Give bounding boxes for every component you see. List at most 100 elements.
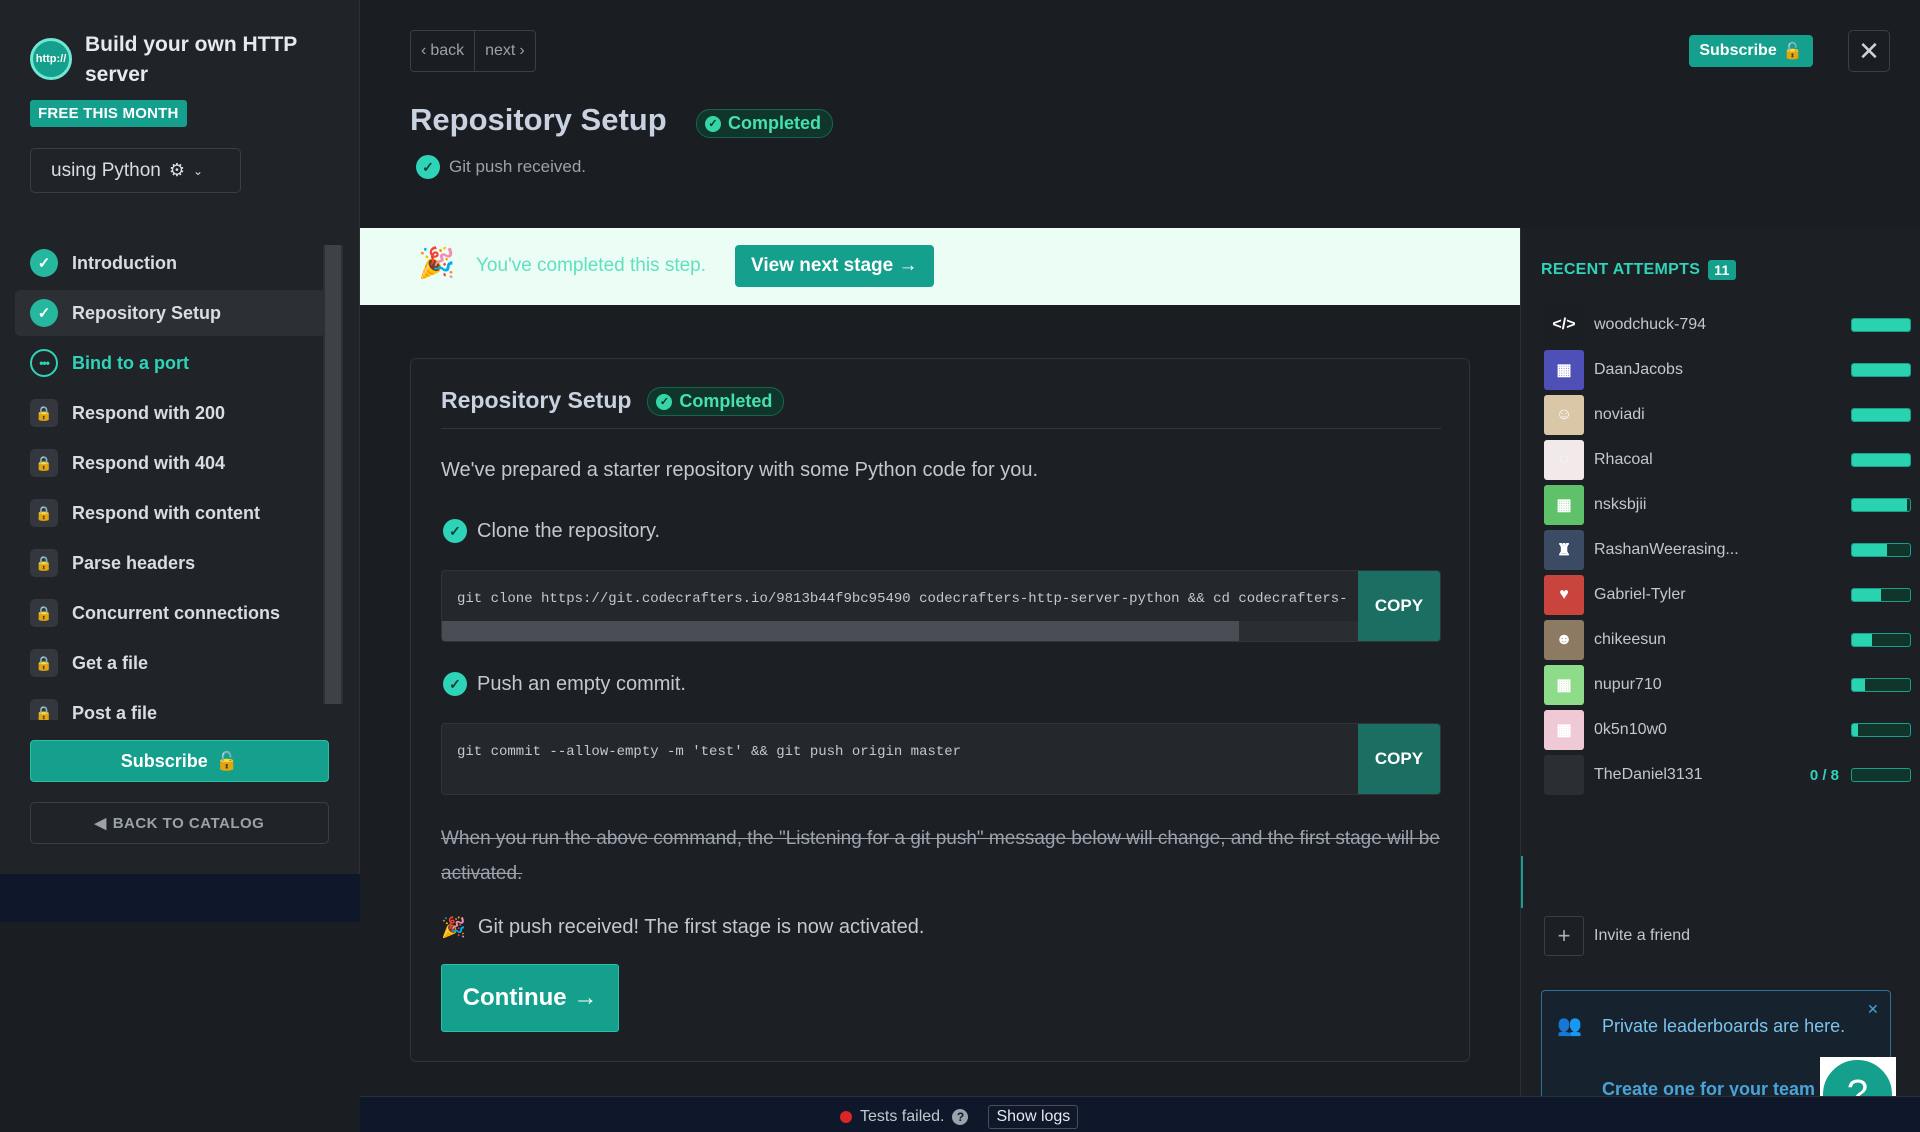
attempt-score: 0 / 8 [1809,766,1839,784]
failure-dot-icon [840,1111,852,1123]
scrollbar-thumb[interactable] [325,245,341,704]
attempt-row[interactable]: ☺ noviadi [1544,393,1911,437]
card-header: Repository Setup ✓ Completed [441,387,1441,429]
progress-fill [1852,589,1881,601]
attempt-username: TheDaniel3131 [1594,766,1703,783]
party-popper-icon: 🎉 [418,247,456,280]
step-clone-label: Clone the repository. [477,519,661,542]
next-button[interactable]: next › [474,31,535,71]
back-to-catalog-button[interactable]: ◀ BACK TO CATALOG [30,802,329,844]
sidebar-stage-item[interactable]: ✓ Introduction [15,240,325,286]
stage-label: Respond with 200 [72,402,226,423]
progress-fill [1852,319,1910,331]
attempt-row[interactable]: ♥ Gabriel-Tyler [1544,573,1911,617]
back-label: back [430,42,465,59]
attempt-row[interactable]: ◌ Rhacoal [1544,438,1911,482]
continue-button[interactable]: Continue → [441,964,619,1032]
scrollbar-thumb[interactable] [442,621,1239,641]
language-selector[interactable]: using Python ⚙ ⌄ [30,148,241,193]
attempt-row[interactable]: ▦ 0k5n10w0 [1544,708,1911,752]
sidebar-stage-item[interactable]: 🔒 Post a file [15,690,325,720]
close-button[interactable]: ✕ [1848,30,1890,72]
page-title: Repository Setup [410,102,667,137]
clone-code-block: git clone https://git.codecrafters.io/98… [441,570,1441,642]
push-command[interactable]: git commit --allow-empty -m 'test' && gi… [457,744,1347,760]
listening-message: When you run the above command, the "Lis… [441,828,1440,884]
avatar: ☻ [1544,620,1584,660]
check-icon: ✓ [656,393,673,410]
progress-fill [1852,364,1910,376]
dismiss-promo-icon[interactable]: ✕ [1867,1001,1879,1018]
code-scrollbar[interactable] [442,621,1359,641]
push-code-block: git commit --allow-empty -m 'test' && gi… [441,723,1441,795]
chevron-down-icon: ⌄ [193,163,204,178]
header-subscribe-button[interactable]: Subscribe 🔓 [1689,35,1813,67]
stage-label: Concurrent connections [72,602,281,623]
tests-status-label: Tests failed. [860,1108,945,1125]
progress-fill [1852,724,1858,736]
completion-banner: 🎉 You've completed this step. View next … [360,228,1520,305]
stage-list-scrollbar[interactable] [323,245,343,704]
push-received-label: Git push received! The first stage is no… [477,916,925,938]
progress-fill [1852,499,1908,511]
avatar: ◌ [1544,440,1584,480]
subscribe-label: Subscribe [120,750,208,771]
progress-fill [1852,544,1887,556]
check-circle-icon: ✓ [416,155,440,179]
attempt-row[interactable]: ♜ RashanWeerasing... [1544,528,1911,572]
clone-command[interactable]: git clone https://git.codecrafters.io/98… [457,591,1347,607]
status-badge-label: Completed [728,113,822,133]
view-next-stage-button[interactable]: View next stage → [735,245,934,287]
attempt-username: DaanJacobs [1594,361,1683,378]
test-status: Tests failed. ? Show logs [840,1105,1079,1129]
avatar: ▦ [1544,485,1584,525]
check-circle-icon: ✓ [30,299,58,327]
next-label: next [485,42,516,59]
sidebar-stage-item[interactable]: 🔒 Respond with 200 [15,390,325,436]
recent-attempts-panel: RECENT ATTEMPTS 11 </> woodchuck-794 ▦ Daan… [1520,228,1920,1110]
card-title: Repository Setup [441,387,632,413]
attempt-row[interactable]: ▦ nupur710 [1544,663,1911,707]
copy-clone-button[interactable]: COPY [1358,571,1440,641]
progress-fill [1852,454,1910,466]
sidebar-stage-item[interactable]: ••• Bind to a port [15,340,325,386]
stage-label: Post a file [72,702,158,721]
attempt-row[interactable]: </> woodchuck-794 [1544,303,1911,347]
status-badge: ✓ Completed [696,109,834,138]
attempt-progress-bar [1851,678,1911,692]
party-popper-icon: 🎉 [441,917,466,939]
attempt-progress-bar [1851,453,1911,467]
stage-label: Bind to a port [72,352,189,373]
attempt-row[interactable]: TheDaniel3131 0 / 8 [1544,753,1911,797]
attempt-row[interactable]: ▦ DaanJacobs [1544,348,1911,392]
sidebar-stage-item[interactable]: 🔒 Respond with content [15,490,325,536]
language-label: using Python [51,159,161,181]
course-title: Build your own HTTP server [85,33,297,86]
attempt-row[interactable]: ▦ nsksbjii [1544,483,1911,527]
attempt-username: Gabriel-Tyler [1594,586,1686,603]
avatar [1544,755,1584,795]
attempt-row[interactable]: ☻ chikeesun [1544,618,1911,662]
sidebar-stage-item[interactable]: 🔒 Concurrent connections [15,590,325,636]
help-circle-icon[interactable]: ? [952,1109,969,1125]
invite-friend-button[interactable]: + Invite a friend [1544,916,1690,956]
current-user-marker [1521,856,1523,908]
sidebar-stage-item[interactable]: 🔒 Respond with 404 [15,440,325,486]
attempt-username: woodchuck-794 [1594,316,1707,333]
chevron-right-icon: › [519,42,525,59]
sidebar: http:// Build your own HTTP server FREE … [0,0,360,874]
banner-message: You've completed this step. [476,255,707,276]
back-button[interactable]: ‹ back [411,31,474,71]
avatar: ▦ [1544,350,1584,390]
sidebar-stage-item[interactable]: 🔒 Parse headers [15,540,325,586]
sidebar-stage-item[interactable]: ✓ Repository Setup [15,290,325,336]
sidebar-subscribe-button[interactable]: Subscribe 🔓 [30,740,329,782]
step-clone: ✓ Clone the repository. [443,519,660,543]
stage-nav: ‹ back next › [410,30,536,72]
sidebar-stage-item[interactable]: 🔒 Get a file [15,640,325,686]
show-logs-button[interactable]: Show logs [988,1105,1079,1129]
stage-label: Introduction [72,252,177,273]
copy-push-button[interactable]: COPY [1358,724,1440,794]
attempt-progress-bar [1851,723,1911,737]
attempt-progress-bar [1851,408,1911,422]
